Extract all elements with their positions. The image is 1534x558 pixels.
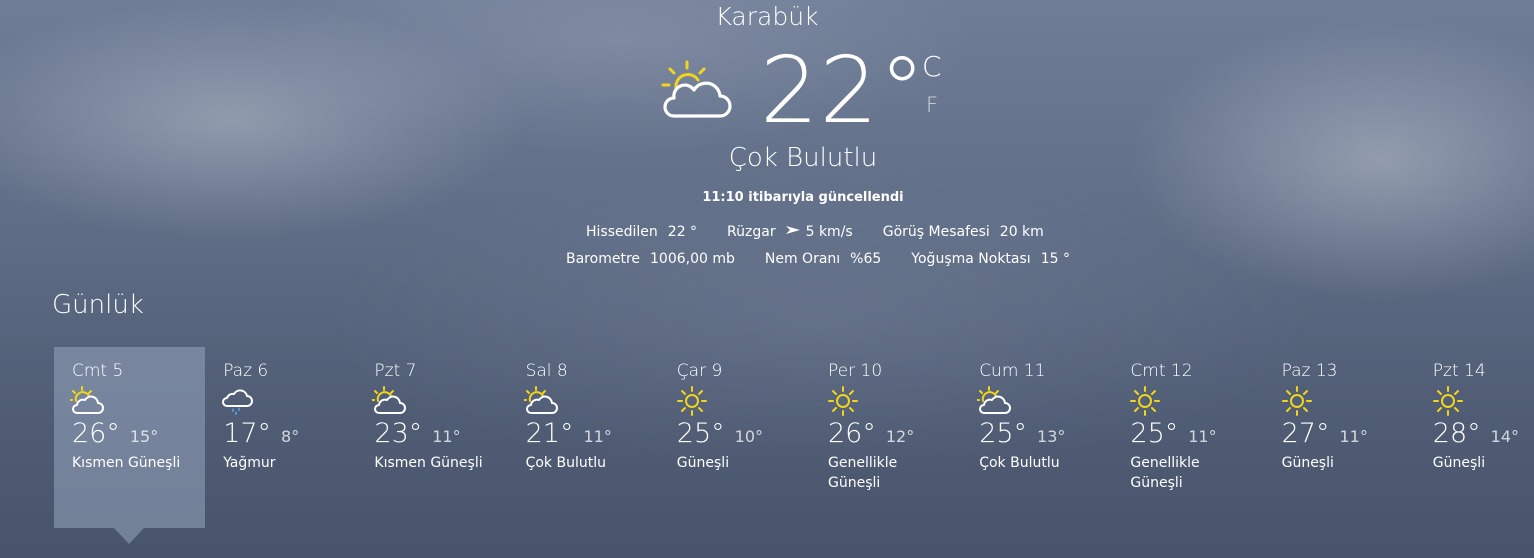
day-temperatures: 28° 14° [1433,418,1534,449]
day-name: Cmt 12 [1130,361,1193,381]
dewpoint-value: 15 ° [1040,251,1070,267]
day-high-temp: 25° [979,418,1028,449]
day-temperatures: 26° 12° [828,418,961,449]
day-card[interactable]: Pzt 14 28° 14° Güneşli [1415,347,1534,528]
dewpoint-label: Yoğuşma Noktası [911,251,1031,267]
day-condition: Genellikle Güneşli [828,455,898,491]
day-temperatures: 26° 15° [72,418,205,449]
rain-icon [221,386,255,416]
wind-value: 5 km/s [805,224,853,240]
day-high-temp: 26° [828,418,876,449]
day-name: Cum 11 [979,361,1046,381]
day-condition: Çok Bulutlu [979,455,1060,471]
day-high-temp: 25° [676,418,725,449]
day-name: Paz 6 [223,361,269,381]
humidity-label: Nem Oranı [764,251,841,267]
day-temperatures: 27° 11° [1282,418,1415,449]
day-name: Pzt 14 [1432,361,1486,381]
day-name: Per 10 [828,361,883,381]
barometer-label: Barometre [566,251,640,267]
day-condition: Yağmur [223,455,276,471]
last-updated: 11:10 itibarıyla güncellendi [702,190,904,205]
day-high-temp: 25° [1130,418,1179,449]
feels-like-label: Hissedilen [586,224,658,240]
day-condition: Kısmen Güneşli [72,455,181,471]
visibility-value: 20 km [999,224,1044,240]
wind-direction-icon [785,224,800,240]
day-card[interactable]: Sal 8 21° 11° Çok Bulutlu [508,347,659,528]
day-temperatures: 17° 8° [223,418,356,449]
day-temperatures: 25° 11° [1130,418,1263,449]
day-card[interactable]: Per 10 26° 12° Genellikle Güneşli [810,347,961,528]
unit-celsius-toggle[interactable]: C [922,50,942,83]
partly-sunny-icon [371,386,407,416]
partly-sunny-icon [522,386,558,416]
day-card[interactable]: Paz 13 27° 11° Güneşli [1264,347,1415,528]
day-card[interactable]: Cmt 12 25° 11° Genellikle Güneşli [1112,347,1263,528]
day-condition: Genellikle Güneşli [1130,455,1200,491]
day-low-temp: 10° [734,427,764,446]
day-high-temp: 21° [525,418,574,449]
day-temperatures: 25° 13° [979,418,1112,449]
day-low-temp: 11° [1339,427,1368,446]
day-low-temp: 8° [281,427,300,446]
day-name: Pzt 7 [374,361,417,381]
sun-icon [1431,386,1465,416]
location-title: Karabük [715,2,819,31]
day-low-temp: 11° [1188,427,1217,446]
day-temperatures: 21° 11° [526,418,659,449]
day-low-temp: 13° [1037,427,1066,446]
day-card[interactable]: Pzt 7 23° 11° Kısmen Güneşli [356,347,507,528]
current-temperature: 22° [760,37,927,144]
day-low-temp: 11° [583,427,612,446]
day-high-temp: 23° [374,418,423,449]
day-name: Sal 8 [525,361,568,381]
day-low-temp: 14° [1490,427,1520,446]
partly-cloudy-icon [661,60,732,118]
day-name: Çar 9 [676,361,723,381]
day-temperatures: 25° 10° [677,418,810,449]
day-low-temp: 12° [885,427,915,446]
partly-sunny-icon [976,386,1012,416]
partly-sunny-icon [69,386,104,416]
unit-fahrenheit-toggle[interactable]: F [926,93,938,117]
day-card[interactable]: Cum 11 25° 13° Çok Bulutlu [961,347,1112,528]
day-condition: Kısmen Güneşli [374,455,483,471]
visibility-label: Görüş Mesafesi [882,224,990,240]
sun-icon [1128,386,1162,416]
selected-day-pointer [114,528,144,544]
day-name: Paz 13 [1281,361,1338,381]
humidity-value: %65 [850,251,882,267]
day-condition: Güneşli [1281,455,1334,471]
wind-label: Rüzgar [727,224,776,240]
day-high-temp: 28° [1432,418,1481,449]
day-card[interactable]: Paz 6 17° 8° Yağmur [205,347,356,528]
day-card[interactable]: Çar 9 25° 10° Güneşli [659,347,810,528]
day-card[interactable]: Cmt 5 26° 15° Kısmen Güneşli [54,347,205,528]
details-row-2: Barometre 1006,00 mb Nem Oranı %65 Yoğuş… [566,251,1100,267]
day-high-temp: 26° [72,418,120,449]
day-condition: Güneşli [1432,455,1486,471]
day-high-temp: 27° [1281,418,1330,449]
details-row-1: Hissedilen 22 ° Rüzgar 5 km/s Görüş Mesa… [586,224,1074,240]
day-condition: Çok Bulutlu [525,455,606,471]
day-temperatures: 23° 11° [374,418,507,449]
current-condition: Çok Bulutlu [728,143,878,173]
day-condition: Güneşli [676,455,730,471]
daily-section-title: Günlük [52,290,144,320]
sun-icon [675,386,709,416]
day-name: Cmt 5 [72,361,124,381]
barometer-value: 1006,00 mb [650,251,735,267]
day-high-temp: 17° [223,418,272,449]
day-low-temp: 15° [129,427,159,446]
feels-like-value: 22 ° [667,224,698,240]
sun-icon [1280,386,1314,416]
day-low-temp: 11° [432,427,461,446]
sun-icon [826,386,860,416]
